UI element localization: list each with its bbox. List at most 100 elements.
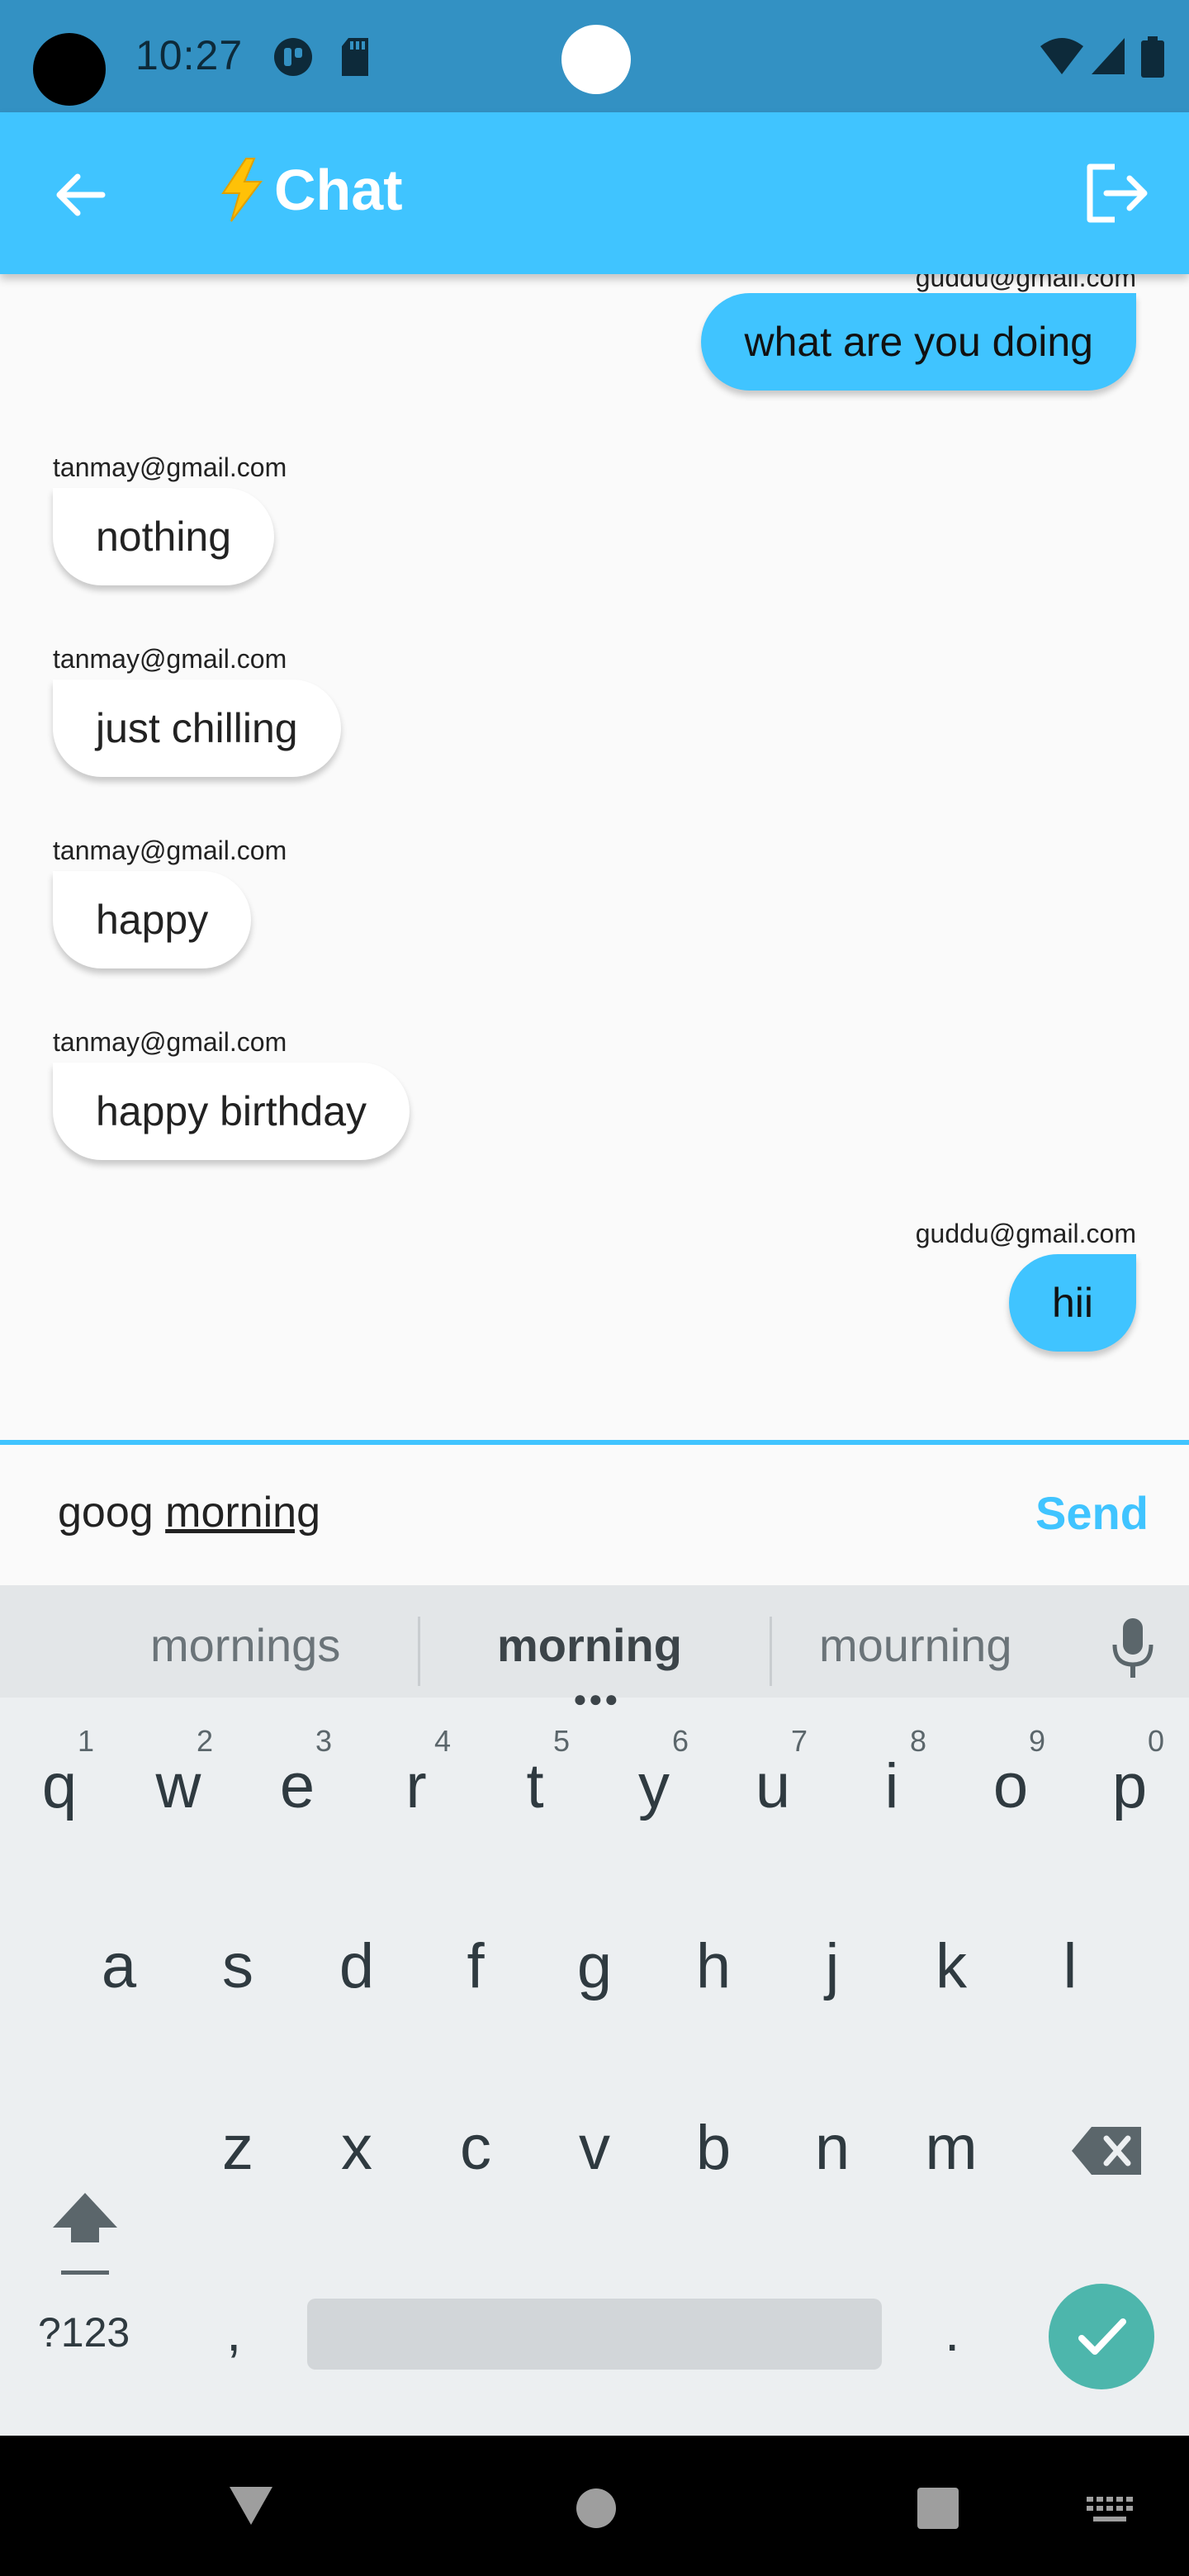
key-e[interactable]: e3 — [238, 1706, 357, 1871]
key-d[interactable]: d — [297, 1886, 416, 2051]
key-h[interactable]: h — [654, 1886, 773, 2051]
period-key[interactable]: . — [945, 2300, 959, 2363]
message-item: tanmay@gmail.com happy birthday — [53, 1027, 410, 1160]
message-sender: tanmay@gmail.com — [53, 836, 287, 865]
key-l[interactable]: l — [1011, 1886, 1130, 2051]
status-time: 10:27 — [135, 32, 244, 78]
message-bubble: what are you doing — [701, 293, 1136, 391]
key-hint: 6 — [671, 1724, 689, 1758]
back-arrow-icon[interactable] — [46, 160, 116, 230]
camera-cutout — [33, 33, 106, 106]
key-label: d — [339, 1931, 375, 2001]
key-label: e — [279, 1751, 315, 1821]
nav-back-icon[interactable] — [228, 2484, 274, 2528]
battery-icon — [1141, 36, 1164, 78]
key-m[interactable]: m — [892, 2067, 1011, 2233]
message-sender: guddu@gmail.com — [915, 274, 1136, 292]
message-sender: guddu@gmail.com — [915, 1219, 1136, 1248]
suggestion-left[interactable]: mornings — [150, 1618, 340, 1672]
lightning-bolt-icon — [221, 158, 263, 222]
key-label: n — [814, 2113, 850, 2183]
message-bubble: just chilling — [53, 680, 341, 777]
message-item: tanmay@gmail.com nothing — [53, 452, 287, 585]
space-bar[interactable] — [307, 2299, 882, 2370]
key-a[interactable]: a — [59, 1886, 178, 2051]
key-j[interactable]: j — [773, 1886, 892, 2051]
key-r[interactable]: r4 — [357, 1706, 476, 1871]
key-n[interactable]: n — [773, 2067, 892, 2233]
key-label: o — [992, 1751, 1029, 1821]
key-t[interactable]: t5 — [476, 1706, 594, 1871]
key-label: h — [695, 1931, 732, 2001]
cellular-signal-icon — [1092, 38, 1125, 74]
suggestion-divider — [418, 1617, 420, 1686]
key-label: a — [101, 1931, 137, 2001]
key-f[interactable]: f — [416, 1886, 535, 2051]
key-g[interactable]: g — [535, 1886, 654, 2051]
key-u[interactable]: u7 — [713, 1706, 832, 1871]
key-hint: 2 — [196, 1724, 213, 1758]
key-label: u — [755, 1751, 791, 1821]
key-k[interactable]: k — [892, 1886, 1011, 2051]
enter-key[interactable] — [1049, 2284, 1154, 2389]
key-w[interactable]: w2 — [119, 1706, 238, 1871]
nav-recents-icon[interactable] — [917, 2487, 959, 2530]
message-bubble: happy birthday — [53, 1063, 410, 1160]
sd-card-icon — [342, 38, 368, 76]
nav-home-icon[interactable] — [575, 2487, 618, 2530]
key-label: w — [155, 1751, 201, 1821]
wifi-icon — [1040, 38, 1083, 74]
key-label: c — [460, 2113, 491, 2183]
key-i[interactable]: i8 — [832, 1706, 951, 1871]
key-hint: 4 — [433, 1724, 451, 1758]
message-sender: tanmay@gmail.com — [53, 452, 287, 482]
message-sender: tanmay@gmail.com — [53, 644, 287, 674]
key-s[interactable]: s — [178, 1886, 297, 2051]
key-label: y — [638, 1751, 670, 1821]
message-bubble: happy — [53, 871, 252, 968]
key-hint: 0 — [1147, 1724, 1164, 1758]
key-hint: 3 — [315, 1724, 332, 1758]
suggestion-divider — [770, 1617, 772, 1686]
key-b[interactable]: b — [654, 2067, 773, 2233]
message-bubble: nothing — [53, 488, 275, 585]
key-label: z — [222, 2113, 253, 2183]
microphone-icon[interactable] — [1110, 1615, 1156, 1681]
status-bar: 10:27 — [0, 0, 1189, 112]
backspace-icon[interactable] — [1070, 2124, 1144, 2178]
key-p[interactable]: p0 — [1070, 1706, 1189, 1871]
comma-key[interactable]: , — [226, 2300, 241, 2363]
composing-text: morning — [165, 1489, 321, 1537]
key-o[interactable]: o9 — [951, 1706, 1070, 1871]
key-hint: 8 — [909, 1724, 926, 1758]
message-list[interactable]: guddu@gmail.com what are you doing tanma… — [0, 274, 1189, 1443]
logout-icon[interactable] — [1082, 159, 1151, 228]
key-label: t — [526, 1751, 544, 1821]
message-input[interactable]: goog morning — [58, 1488, 320, 1537]
suggestion-right[interactable]: mourning — [819, 1618, 1011, 1672]
key-label: l — [1063, 1931, 1078, 2001]
keyboard-switch-icon[interactable] — [1087, 2497, 1133, 2525]
key-label: f — [467, 1931, 485, 2001]
key-q[interactable]: q1 — [0, 1706, 119, 1871]
key-label: j — [825, 1931, 840, 2001]
key-c[interactable]: c — [416, 2067, 535, 2233]
send-button[interactable]: Send — [1035, 1486, 1149, 1540]
shift-icon[interactable] — [48, 2188, 122, 2287]
key-v[interactable]: v — [535, 2067, 654, 2233]
symbols-key[interactable]: ?123 — [38, 2308, 130, 2356]
system-nav-bar — [0, 2436, 1189, 2576]
message-item: guddu@gmail.com hii — [916, 1219, 1136, 1352]
key-label: i — [884, 1751, 899, 1821]
key-label: g — [576, 1931, 613, 2001]
app-bar: Chat — [0, 112, 1189, 274]
suggestion-center[interactable]: morning — [497, 1618, 682, 1672]
key-z[interactable]: z — [178, 2067, 297, 2233]
key-hint: 5 — [552, 1724, 570, 1758]
key-label: k — [936, 1931, 967, 2001]
key-label: r — [405, 1751, 427, 1821]
suggestion-strip: mornings morning mourning — [0, 1585, 1189, 1698]
key-label: p — [1111, 1751, 1148, 1821]
key-x[interactable]: x — [297, 2067, 416, 2233]
key-y[interactable]: y6 — [594, 1706, 713, 1871]
